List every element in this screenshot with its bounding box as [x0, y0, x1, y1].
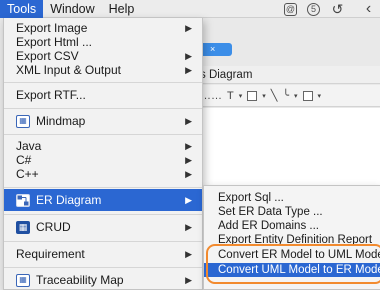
menu-separator — [4, 82, 202, 83]
toolbar-image-icon[interactable] — [302, 90, 313, 101]
menu-separator — [4, 187, 202, 188]
menu-item-crud[interactable]: ▦ CRUD ▶ — [4, 216, 202, 238]
submenu-arrow-icon: ▶ — [185, 65, 192, 75]
menu-item-label: Mindmap — [36, 114, 86, 128]
toolbar-curve-dropdown-icon[interactable]: ▾ — [294, 92, 298, 100]
menu-item-mindmap[interactable]: ▦ Mindmap ▶ — [4, 110, 202, 132]
submenu-item-set-er-data-type[interactable]: Set ER Data Type ... — [204, 205, 380, 219]
submenu-item-convert-er-to-uml[interactable]: Convert ER Model to UML Model — [204, 248, 380, 262]
traceability-map-icon: ▦ — [16, 273, 30, 287]
menu-item-xml-input-output[interactable]: XML Input & Output ▶ — [4, 63, 202, 77]
menu-item-java[interactable]: Java ▶ — [4, 139, 202, 153]
menu-separator — [4, 134, 202, 135]
toolbar-text-icon[interactable]: T — [227, 90, 234, 102]
tray-at-icon[interactable]: @ — [284, 1, 297, 17]
tools-menu: Export Image ▶ Export Html ... Export CS… — [3, 18, 203, 290]
menu-item-er-diagram[interactable]: ER Diagram ▶ — [4, 189, 202, 211]
submenu-arrow-icon: ▶ — [185, 116, 192, 126]
toolbar-text-dropdown-icon[interactable]: ▾ — [239, 92, 243, 100]
menu-separator — [4, 108, 202, 109]
submenu-arrow-icon: ▶ — [185, 23, 192, 33]
submenu-arrow-icon: ▶ — [185, 169, 192, 179]
menu-bar: Tools Window Help @ 5 ↺ ‹ — [0, 0, 380, 18]
submenu-item-export-entity-definition-report[interactable]: Export Entity Definition Report — [204, 233, 380, 247]
menu-item-label: XML Input & Output — [16, 63, 121, 77]
submenu-arrow-icon: ▶ — [185, 275, 192, 285]
tray-back-icon[interactable]: ‹ — [362, 1, 375, 17]
menu-item-label: Requirement — [16, 247, 85, 261]
mindmap-icon: ▦ — [16, 114, 30, 128]
tab-close-icon[interactable]: × — [210, 44, 215, 54]
menu-item-export-html[interactable]: Export Html ... — [4, 35, 202, 49]
crud-icon: ▦ — [16, 220, 30, 234]
menu-item-export-rtf[interactable]: Export RTF... — [4, 84, 202, 106]
toolbar-fill-dropdown-icon[interactable]: ▾ — [262, 92, 266, 100]
submenu-arrow-icon: ▶ — [185, 51, 192, 61]
menu-item-label: Export Html ... — [16, 35, 93, 49]
menu-item-label: C++ — [16, 167, 39, 181]
tray-badge-icon[interactable]: 5 — [307, 1, 320, 17]
menu-item-label: Traceability Map — [36, 273, 124, 287]
menu-item-cpp[interactable]: C++ ▶ — [4, 167, 202, 181]
submenu-item-export-sql[interactable]: Export Sql ... — [204, 191, 380, 205]
menu-item-traceability-map[interactable]: ▦ Traceability Map ▶ — [4, 269, 202, 290]
submenu-item-convert-uml-to-er[interactable]: Convert UML Model to ER Model — [204, 263, 380, 277]
menu-item-requirement[interactable]: Requirement ▶ — [4, 243, 202, 265]
er-diagram-icon — [16, 193, 30, 207]
toolbar-image-dropdown-icon[interactable]: ▾ — [318, 92, 322, 100]
menu-item-label: C# — [16, 153, 32, 167]
menu-item-label: Export Image — [16, 21, 88, 35]
submenu-arrow-icon: ▶ — [185, 141, 192, 151]
menu-item-export-csv[interactable]: Export CSV ▶ — [4, 49, 202, 63]
menu-item-label: CRUD — [36, 220, 71, 234]
toolbar-line-style-icon[interactable]: …… — [200, 90, 222, 102]
diagram-title: s Diagram — [196, 66, 380, 84]
submenu-item-add-er-domains[interactable]: Add ER Domains ... — [204, 219, 380, 233]
menu-tools[interactable]: Tools — [0, 0, 44, 18]
menu-window[interactable]: Window — [43, 0, 101, 18]
menu-help[interactable]: Help — [102, 0, 142, 18]
toolbar-fill-icon[interactable] — [247, 90, 258, 101]
menu-item-label: Java — [16, 139, 42, 153]
submenu-arrow-icon: ▶ — [185, 249, 192, 259]
menu-item-label: Export CSV — [16, 49, 79, 63]
submenu-arrow-icon: ▶ — [185, 222, 192, 232]
diagram-toolbar: …… T ▾ ▾ ╲ ╰ ▾ ▾ — [196, 85, 380, 107]
submenu-arrow-icon: ▶ — [185, 195, 192, 205]
er-diagram-icon-glyph — [17, 195, 29, 205]
menu-item-label: ER Diagram — [36, 193, 102, 207]
submenu-arrow-icon: ▶ — [185, 155, 192, 165]
toolbar-line-icon[interactable]: ╲ — [271, 89, 278, 102]
menu-separator — [4, 267, 202, 268]
er-diagram-submenu: Export Sql ... Set ER Data Type ... Add … — [203, 185, 380, 290]
menu-item-label: Export RTF... — [16, 88, 86, 102]
toolbar-curve-icon[interactable]: ╰ — [282, 89, 289, 102]
menu-item-csharp[interactable]: C# ▶ — [4, 153, 202, 167]
menu-item-export-image[interactable]: Export Image ▶ — [4, 21, 202, 35]
tray-history-icon[interactable]: ↺ — [331, 1, 344, 17]
menu-separator — [4, 241, 202, 242]
menu-separator — [4, 214, 202, 215]
